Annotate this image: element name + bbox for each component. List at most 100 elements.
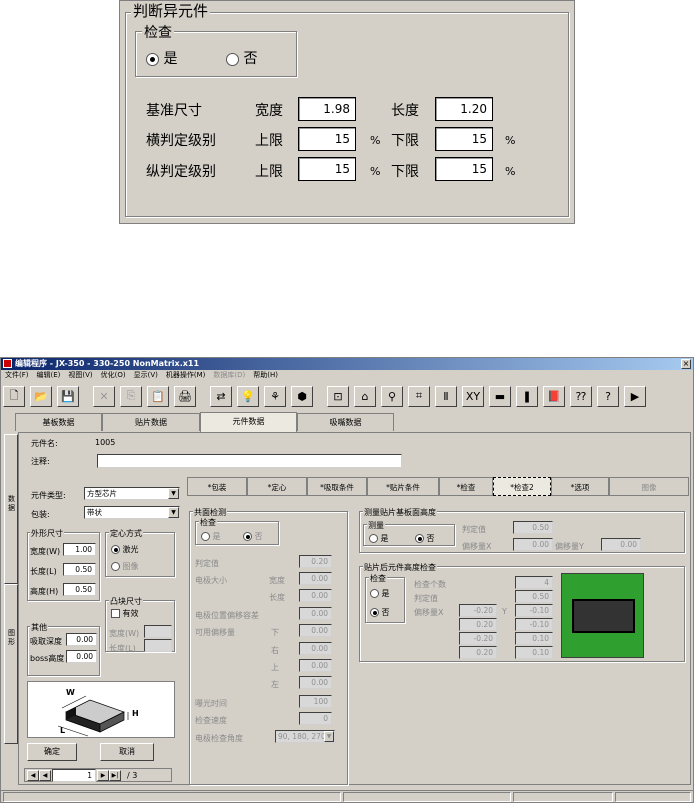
board-icon[interactable]: Ⅱ [435,385,457,407]
menu-item-7[interactable]: 帮助(H) [253,370,278,381]
pack-select[interactable]: 带状 ▼ [84,506,180,519]
delete-icon[interactable]: ✕ [93,385,115,407]
save-icon[interactable]: 💾 [57,385,79,407]
suck-depth-input[interactable]: 0.00 [66,633,97,646]
close-button[interactable]: × [681,359,691,369]
measure-no-radio[interactable]: 否 [415,533,435,544]
bump-l-input[interactable] [144,639,172,652]
side-tab-graphic[interactable]: 图形 [4,584,18,744]
menu-item-4[interactable]: 显示(V) [134,370,158,381]
tab-centering[interactable]: *定心 [247,477,307,496]
align-icon[interactable]: ⌗ [408,385,430,407]
measure-yes-radio[interactable]: 是 [369,533,389,544]
menu-item-6[interactable]: 数据库(D) [213,370,245,381]
next-last-button[interactable]: ▶| [109,770,121,781]
bump-w-input[interactable] [144,625,172,638]
cancel-button[interactable]: 取消 [100,743,154,761]
offset-up-input[interactable]: 0.00 [299,659,332,672]
export-icon[interactable]: ▶ [624,385,646,407]
open-icon[interactable]: 📂 [30,385,52,407]
zoom-yes-radio[interactable]: 是 [146,48,177,68]
run-icon[interactable]: ❚ [516,385,538,407]
after-pt4-y[interactable]: 0.10 [515,646,553,659]
offset-right-input[interactable]: 0.00 [299,642,332,655]
menu-item-0[interactable]: 文件(F) [5,370,29,381]
help-pointer-icon[interactable]: ⁇ [570,385,592,407]
tab-inspection-2[interactable]: *检查2 [493,477,551,496]
camera-icon[interactable]: ▬ [489,385,511,407]
light-icon[interactable]: 💡 [237,385,259,407]
dim-l-input[interactable]: 0.50 [63,563,96,576]
measure-offx-input[interactable]: 0.00 [513,538,553,551]
new-icon[interactable]: 🗋 [3,385,25,407]
prev-button[interactable]: ◀ [39,770,51,781]
after-pt4-x[interactable]: 0.20 [459,646,497,659]
hat-icon[interactable]: ⌂ [354,385,376,407]
parts-icon[interactable]: ⬢ [291,385,313,407]
zoom-no-radio[interactable]: 否 [226,48,257,68]
tab-options[interactable]: *选项 [551,477,609,496]
menu-item-3[interactable]: 优化(O) [101,370,126,381]
v-upper-input[interactable]: 15 [298,157,356,181]
help-icon[interactable]: ? [597,385,619,407]
next-button[interactable]: ▶ [97,770,109,781]
after-pt2-x[interactable]: 0.20 [459,618,497,631]
tab-part-data[interactable]: 元件数据 [200,412,297,432]
center-laser-radio[interactable]: 激光 [111,544,139,555]
coplanar-no-radio[interactable]: 否 [243,531,263,542]
switch-icon[interactable]: ⇄ [210,385,232,407]
check-speed-input[interactable]: 0 [299,712,332,725]
after-pt1-y[interactable]: -0.10 [515,604,553,617]
measure-judge-input[interactable]: 0.50 [513,521,553,534]
tab-package[interactable]: *包装 [187,477,247,496]
base-width-input[interactable]: 1.98 [298,97,356,121]
tree-icon[interactable]: ⚘ [264,385,286,407]
dim-w-input[interactable]: 1.00 [63,543,96,556]
after-no-radio[interactable]: 否 [370,607,390,618]
offset-down-input[interactable]: 0.00 [299,624,332,637]
offset-left-input[interactable]: 0.00 [299,676,332,689]
h-upper-input[interactable]: 15 [298,127,356,151]
v-lower-input[interactable]: 15 [435,157,493,181]
part-type-select[interactable]: 方型芯片 ▼ [84,487,180,500]
comment-input[interactable] [97,454,402,468]
chevron-down-icon[interactable]: ▼ [168,507,179,518]
boss-height-input[interactable]: 0.00 [66,650,97,663]
tab-image[interactable]: 图像 [609,477,689,496]
after-pt1-x[interactable]: -0.20 [459,604,497,617]
bump-valid-checkbox[interactable]: 有效 [111,608,139,619]
side-tab-data[interactable]: 数据 [4,434,18,584]
after-yes-radio[interactable]: 是 [370,588,390,599]
tab-nozzle-data[interactable]: 吸嘴数据 [297,413,394,431]
menu-item-1[interactable]: 编辑(E) [37,370,61,381]
tab-inspection[interactable]: *检查 [439,477,493,496]
page-input[interactable]: 1 [52,769,96,782]
lead-angle-select[interactable]: 90, 180, 270 ▼ [275,730,335,743]
lead-l-input[interactable]: 0.00 [299,589,332,602]
coplanar-tol-input[interactable]: 0.20 [299,555,332,568]
nozzle-icon[interactable]: ⚲ [381,385,403,407]
after-judge-input[interactable]: 0.50 [515,590,553,603]
dim-h-input[interactable]: 0.50 [63,583,96,596]
after-pt2-y[interactable]: -0.10 [515,618,553,631]
tab-mount-data[interactable]: 贴片数据 [102,413,200,431]
xy-icon[interactable]: ΧΥ [462,385,484,407]
coplanar-yes-radio[interactable]: 是 [201,531,221,542]
after-count-input[interactable]: 4 [515,576,553,589]
tab-mount-condition[interactable]: *贴片条件 [367,477,439,496]
copy-icon[interactable]: ⎘ [120,385,142,407]
prev-first-button[interactable]: ◀ [27,770,39,781]
feeder-icon[interactable]: ⊡ [327,385,349,407]
h-lower-input[interactable]: 15 [435,127,493,151]
after-pt3-y[interactable]: 0.10 [515,632,553,645]
paste-icon[interactable]: 📋 [147,385,169,407]
chevron-down-icon[interactable]: ▼ [168,488,179,499]
menu-item-2[interactable]: 视图(V) [68,370,92,381]
menu-item-5[interactable]: 机器操作(M) [166,370,206,381]
measure-offy-input[interactable]: 0.00 [601,538,641,551]
exposure-input[interactable]: 100 [299,695,332,708]
tab-board-data[interactable]: 基板数据 [15,413,102,431]
after-pt3-x[interactable]: -0.20 [459,632,497,645]
center-image-radio[interactable]: 图像 [111,561,139,572]
lead-pos-input[interactable]: 0.00 [299,607,332,620]
